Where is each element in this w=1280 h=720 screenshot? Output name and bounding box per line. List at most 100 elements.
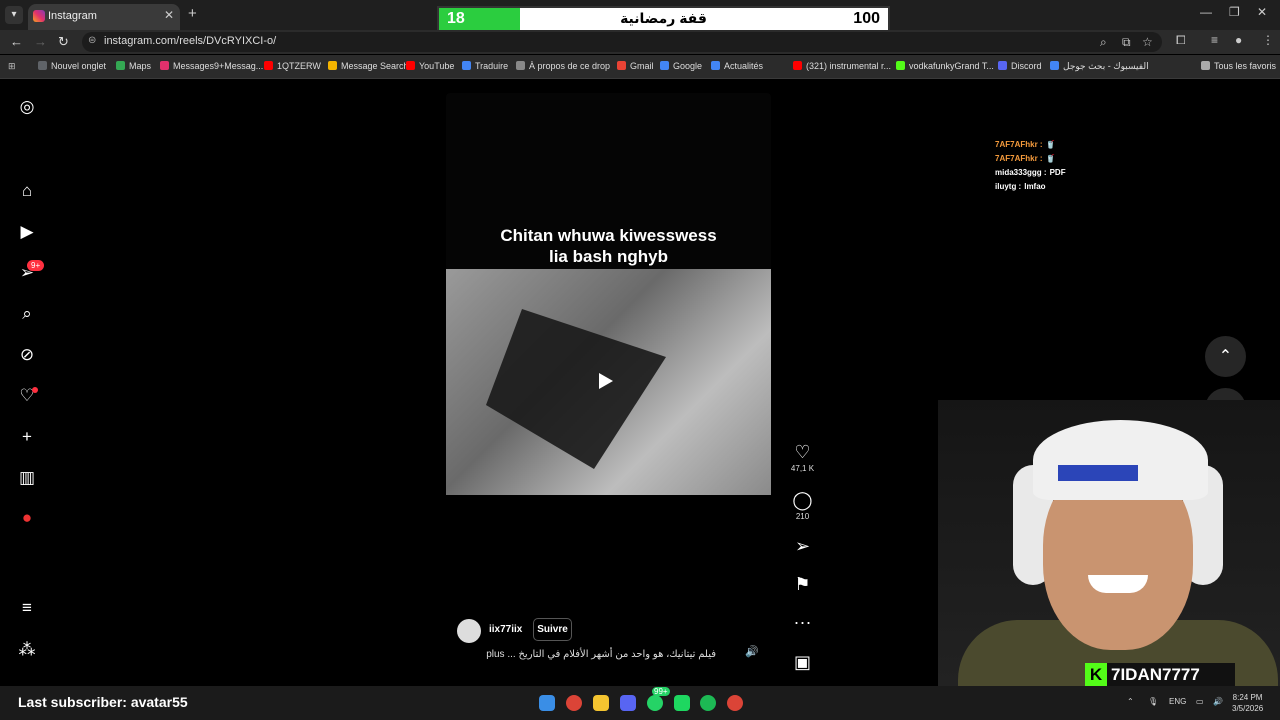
chat-username: 7AF7AFhkr : xyxy=(995,154,1043,163)
search-icon[interactable]: ⌕ xyxy=(16,303,38,325)
like-button[interactable]: ♡ 47,1 K xyxy=(790,442,815,473)
chrome-icon[interactable] xyxy=(566,695,582,711)
apps-icon[interactable]: ⊞ xyxy=(8,61,16,72)
bookmark-label: Maps xyxy=(129,61,152,71)
profile-icon[interactable]: ● xyxy=(1235,33,1242,47)
author-avatar[interactable] xyxy=(457,619,481,643)
bookmark-star-icon[interactable]: ☆ xyxy=(1142,35,1153,49)
like-count: 47,1 K xyxy=(790,464,815,473)
bookmark-label: Message Search xyxy=(341,61,409,71)
site-info-icon[interactable]: ⊜ xyxy=(88,35,96,46)
chat-username: mida333ggg : xyxy=(995,168,1047,177)
tab-search-button[interactable]: ▾ xyxy=(5,6,23,24)
bookmark-item[interactable]: الفيسبوك - بحث جوجل xyxy=(1050,61,1149,72)
url-text[interactable]: instagram.com/reels/DVcRYIXCI-o/ xyxy=(104,35,276,47)
more-icon[interactable]: ··· xyxy=(790,612,815,634)
bookmark-item[interactable]: YouTube xyxy=(406,61,454,71)
new-tab-button[interactable]: + xyxy=(188,5,197,22)
heart-icon[interactable]: ♡ xyxy=(790,442,815,464)
bookmark-item[interactable]: Message Search xyxy=(328,61,409,71)
smile xyxy=(1088,575,1148,593)
clock[interactable]: 8:24 PM 3/5/2026 xyxy=(1232,692,1263,714)
reel-player[interactable]: Chitan whuwa kiwesswess lia bash nghyb i… xyxy=(446,93,771,673)
address-bar[interactable]: ⊜ instagram.com/reels/DVcRYIXCI-o/ ⌕ ⧉ ☆ xyxy=(82,32,1162,52)
instagram-logo-icon[interactable]: ◎ xyxy=(16,96,38,118)
bookmark-item[interactable]: À propos de ce drop xyxy=(516,61,610,71)
windows-start-icon[interactable] xyxy=(539,695,555,711)
reel-video[interactable] xyxy=(446,269,771,495)
bookmark-item[interactable]: Tous les favoris xyxy=(1201,61,1276,71)
forward-icon[interactable]: → xyxy=(34,34,47,49)
zoom-icon[interactable]: ⌕ xyxy=(1100,35,1107,50)
minimize-icon[interactable]: — xyxy=(1200,5,1212,19)
tray-overflow-icon[interactable]: ⌃ xyxy=(1127,697,1134,706)
comment-icon[interactable]: ◯ xyxy=(790,490,815,512)
reload-icon[interactable]: ↻ xyxy=(58,34,69,50)
bookmark-favicon-icon xyxy=(998,61,1007,70)
volume-icon[interactable]: 🔊 xyxy=(745,645,759,658)
volume-tray-icon[interactable]: 🔊 xyxy=(1213,697,1223,706)
android-app-icon[interactable] xyxy=(674,695,690,711)
notification-dot xyxy=(32,387,38,393)
bookmark-item[interactable]: (321) instrumental r... xyxy=(793,61,891,71)
reels-icon[interactable]: ▶ xyxy=(16,221,38,243)
webcam-feed xyxy=(938,400,1280,688)
menu-icon[interactable]: ⋮ xyxy=(1262,33,1274,47)
back-icon[interactable]: ← xyxy=(10,34,23,49)
previous-reel-button[interactable]: ⌃ xyxy=(1205,336,1246,377)
close-tab-icon[interactable]: ✕ xyxy=(164,8,174,22)
profile-avatar-icon[interactable]: ● xyxy=(16,507,38,529)
taskbar: Last subscriber: avatar55 99+ ⌃ 🎙 ENG ▭ … xyxy=(0,686,1280,720)
bookmark-item[interactable]: Actualités xyxy=(711,61,763,71)
bookmark-item[interactable]: Nouvel onglet xyxy=(38,61,106,71)
bookmark-favicon-icon xyxy=(516,61,525,70)
chrome-active-icon[interactable] xyxy=(727,695,743,711)
follow-button[interactable]: Suivre xyxy=(533,618,572,641)
bookmark-item[interactable]: 1QTZERW xyxy=(264,61,321,71)
language-indicator[interactable]: ENG xyxy=(1169,697,1186,706)
chat-message: iluytg : lmfao xyxy=(995,182,1046,191)
maximize-icon[interactable]: ❐ xyxy=(1229,5,1240,19)
cast-icon[interactable]: ⧉ xyxy=(1122,35,1131,50)
home-icon[interactable]: ⌂ xyxy=(16,180,38,202)
whatsapp-badge: 99+ xyxy=(652,687,670,696)
mic-icon[interactable]: 🎙 xyxy=(1148,697,1158,706)
audio-thumbnail[interactable]: ▣ xyxy=(790,652,815,674)
bookmark-item[interactable]: Messages9+Messag... xyxy=(160,61,263,71)
extensions-icon[interactable]: ⧠ xyxy=(1176,33,1186,48)
play-icon[interactable] xyxy=(599,373,613,389)
save-button[interactable]: ⚑ xyxy=(790,574,815,596)
file-explorer-icon[interactable] xyxy=(593,695,609,711)
share-button[interactable]: ➢ xyxy=(790,536,815,558)
bookmark-favicon-icon xyxy=(1201,61,1210,70)
comment-button[interactable]: ◯ 210 xyxy=(790,490,815,521)
discord-icon[interactable] xyxy=(620,695,636,711)
more-options-button[interactable]: ··· xyxy=(790,612,815,634)
spotify-icon[interactable] xyxy=(700,695,716,711)
bookmark-icon[interactable]: ⚑ xyxy=(790,574,815,596)
create-icon[interactable]: + xyxy=(16,426,38,448)
whatsapp-icon[interactable] xyxy=(647,695,663,711)
bookmark-item[interactable]: Traduire xyxy=(462,61,508,71)
chat-message: 7AF7AFhkr : 🥤 xyxy=(995,154,1056,163)
bookmark-item[interactable]: Maps xyxy=(116,61,151,71)
send-icon[interactable]: ➢ xyxy=(790,536,815,558)
bookmark-item[interactable]: Gmail xyxy=(617,61,654,71)
monitor-icon[interactable]: ▭ xyxy=(1196,697,1204,706)
bookmark-item[interactable]: Google xyxy=(660,61,702,71)
bookmark-label: (321) instrumental r... xyxy=(806,61,892,71)
author-username[interactable]: iix77iix xyxy=(489,624,522,635)
bookmark-item[interactable]: Discord xyxy=(998,61,1042,71)
reel-description[interactable]: فيلم تيتانيك، هو واحد من أشهر الأفلام في… xyxy=(476,649,716,660)
tab-instagram[interactable]: Instagram ✕ xyxy=(28,4,180,30)
dashboard-icon[interactable]: ▥ xyxy=(16,467,38,489)
also-from-meta-icon[interactable]: ⁂ xyxy=(16,639,38,661)
bookmark-item[interactable]: vodkafunkyGrand T... xyxy=(896,61,994,71)
close-window-icon[interactable]: ✕ xyxy=(1257,5,1267,19)
bookmark-label: Traduire xyxy=(475,61,509,71)
audio-icon[interactable]: ▣ xyxy=(790,652,815,674)
browser-toolbar: ← → ↻ ⊜ instagram.com/reels/DVcRYIXCI-o/… xyxy=(0,30,1280,54)
more-menu-icon[interactable]: ≡ xyxy=(16,597,38,619)
explore-icon[interactable]: ⊘ xyxy=(16,344,38,366)
media-icon[interactable]: ≡ xyxy=(1211,33,1218,47)
